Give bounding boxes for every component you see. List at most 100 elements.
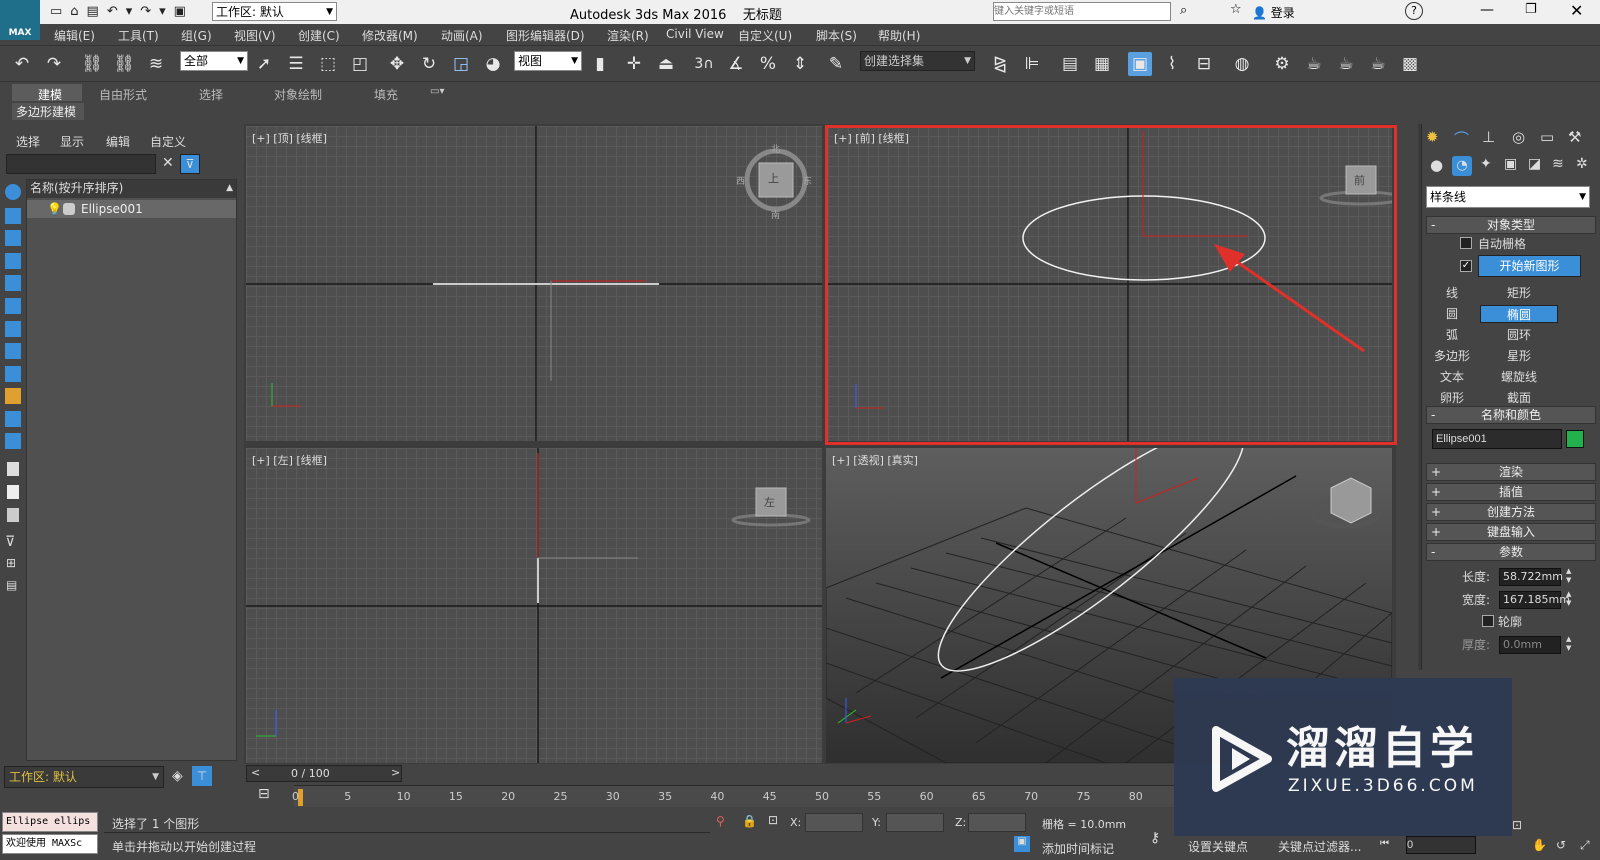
helpers-icon[interactable]: ◪ bbox=[1528, 156, 1541, 172]
shape-button-arc[interactable]: 弧 bbox=[1426, 326, 1478, 344]
redo-icon[interactable]: ↷ bbox=[42, 52, 66, 76]
maxscript-listener[interactable]: Ellipse ellips bbox=[2, 812, 98, 832]
pin-icon[interactable]: ⚲ bbox=[716, 814, 725, 828]
hierarchy-toggle-icon[interactable]: ⊤ bbox=[192, 766, 212, 786]
menu-scripting[interactable]: 脚本(S) bbox=[816, 27, 857, 44]
lights-icon[interactable]: ✦ bbox=[1480, 156, 1492, 172]
filter-icon[interactable]: ⊽ bbox=[180, 154, 200, 174]
shape-button-text[interactable]: 文本 bbox=[1426, 368, 1478, 386]
scene-tab-edit[interactable]: 编辑 bbox=[106, 133, 130, 150]
render-icon[interactable]: ☕ bbox=[1334, 52, 1358, 76]
systems-icon[interactable]: ✲ bbox=[1576, 156, 1588, 172]
window-crossing-icon[interactable]: ◰ bbox=[348, 52, 372, 76]
shape-button-line[interactable]: 线 bbox=[1426, 284, 1478, 302]
start-new-shape-button[interactable]: 开始新图形 bbox=[1478, 255, 1581, 277]
ribbon-tab-modeling[interactable]: 建模 bbox=[38, 86, 62, 103]
hierarchy-filter-icon[interactable]: ⊞ bbox=[6, 556, 16, 570]
ribbon-subtab[interactable]: 多边形建模 bbox=[12, 103, 84, 120]
viewport-front[interactable]: [+] [前] [线框] 前 bbox=[826, 126, 1392, 441]
rollout-name-color[interactable]: - 名称和颜色 bbox=[1426, 406, 1596, 424]
modify-tab-icon[interactable]: ⌒ bbox=[1454, 128, 1469, 149]
shape-button-rectangle[interactable]: 矩形 bbox=[1480, 284, 1558, 302]
viewport-top[interactable]: [+] [顶] [线框] 上 北 南 西 东 bbox=[246, 126, 822, 441]
help-icon[interactable]: ? bbox=[1405, 2, 1423, 20]
rotate-icon[interactable]: ↻ bbox=[417, 52, 441, 76]
length-spinner[interactable]: 58.722mm bbox=[1499, 568, 1563, 586]
place-icon[interactable]: ◕ bbox=[481, 52, 505, 76]
menu-views[interactable]: 视图(V) bbox=[234, 27, 276, 44]
mirror-icon[interactable]: ⧎ bbox=[988, 52, 1012, 76]
search-input[interactable] bbox=[993, 2, 1171, 21]
ribbon-options-icon[interactable]: ▭▾ bbox=[430, 86, 444, 97]
ribbon-tab-selection[interactable]: 选择 bbox=[199, 86, 223, 103]
scene-list-header[interactable]: 名称(按升序排序) ▲ bbox=[27, 180, 236, 198]
rollout-rendering[interactable]: + 渲染 bbox=[1426, 463, 1596, 481]
rendered-frame-icon[interactable]: ☕ bbox=[1302, 52, 1326, 76]
create-tab-icon[interactable]: ✹ bbox=[1426, 128, 1439, 146]
spinner-snap-icon[interactable]: ⇕ bbox=[788, 52, 812, 76]
unlink-icon[interactable]: ⛓ bbox=[112, 52, 136, 76]
select-manipulate-icon[interactable]: ✛ bbox=[622, 52, 646, 76]
display-xrefs-icon[interactable] bbox=[5, 343, 21, 359]
maximize-viewport-icon[interactable]: ⤢ bbox=[1580, 838, 1590, 853]
object-color-swatch[interactable] bbox=[1566, 430, 1584, 448]
viewport-left[interactable]: [+] [左] [线框] 左 bbox=[246, 448, 822, 763]
display-all-icon[interactable] bbox=[7, 462, 19, 476]
layer-manager-icon[interactable]: ▤ bbox=[6, 578, 17, 592]
menu-tools[interactable]: 工具(T) bbox=[118, 27, 159, 44]
render-setup-icon[interactable]: ⚙ bbox=[1270, 52, 1294, 76]
display-invert-icon[interactable] bbox=[7, 508, 19, 522]
length-spin-arrows[interactable]: ▲ ▼ bbox=[1566, 567, 1571, 585]
current-frame-input[interactable] bbox=[1406, 836, 1476, 854]
material-editor-icon[interactable]: ◍ bbox=[1230, 52, 1254, 76]
shape-button-egg[interactable]: 卵形 bbox=[1426, 389, 1478, 407]
display-spacewarps-icon[interactable] bbox=[5, 298, 21, 314]
display-bones-icon[interactable] bbox=[5, 366, 21, 382]
angle-snap-icon[interactable]: ∡ bbox=[724, 52, 748, 76]
rollout-creation-method[interactable]: + 创建方法 bbox=[1426, 503, 1596, 521]
scale-icon[interactable]: ◲ bbox=[449, 52, 473, 76]
menu-customize[interactable]: 自定义(U) bbox=[738, 27, 792, 44]
display-tab-icon[interactable]: ▭ bbox=[1540, 128, 1554, 146]
orbit-icon[interactable]: ↺ bbox=[1556, 838, 1566, 852]
display-lights-icon[interactable] bbox=[5, 230, 21, 246]
menu-modifiers[interactable]: 修改器(M) bbox=[362, 27, 418, 44]
link-icon[interactable]: ⛓ bbox=[80, 52, 104, 76]
ref-coord-dropdown[interactable]: 视图 ▼ bbox=[514, 51, 582, 71]
curve-editor-icon[interactable]: ⌇ bbox=[1160, 52, 1184, 76]
add-time-tag[interactable]: 添加时间标记 bbox=[1042, 840, 1114, 857]
shape-button-section[interactable]: 截面 bbox=[1480, 389, 1558, 407]
percent-snap-icon[interactable]: % bbox=[756, 52, 780, 76]
set-key-button[interactable]: 设置关键点 bbox=[1188, 838, 1248, 855]
curve-editor-mini-icon[interactable]: ⊟ bbox=[258, 786, 270, 802]
menu-rendering[interactable]: 渲染(R) bbox=[607, 27, 649, 44]
selection-filter-dropdown[interactable]: 全部 ▼ bbox=[180, 51, 248, 71]
menu-civil-view[interactable]: Civil View bbox=[666, 27, 724, 41]
key-icon[interactable]: ⚷ bbox=[1150, 830, 1160, 846]
outline-checkbox[interactable] bbox=[1482, 615, 1494, 627]
pivot-icon[interactable]: ▮ bbox=[588, 52, 612, 76]
bind-spacewarp-icon[interactable]: ≋ bbox=[144, 52, 168, 76]
render-iterative-icon[interactable]: ▩ bbox=[1398, 52, 1422, 76]
display-hidden-icon[interactable] bbox=[5, 433, 21, 449]
display-frozen-icon[interactable] bbox=[5, 411, 21, 427]
schematic-view-icon[interactable]: ⊟ bbox=[1192, 52, 1216, 76]
time-tag-icon[interactable]: ▣ bbox=[1014, 836, 1030, 852]
shape-button-ellipse[interactable]: 椭圆 bbox=[1480, 305, 1558, 323]
menu-animation[interactable]: 动画(A) bbox=[441, 27, 483, 44]
rollout-object-type[interactable]: - 对象类型 bbox=[1426, 216, 1596, 234]
pan-hand-icon[interactable]: ✋ bbox=[1532, 838, 1547, 852]
x-coord-input[interactable] bbox=[805, 813, 863, 832]
y-coord-input[interactable] bbox=[886, 813, 944, 832]
display-helpers-icon[interactable] bbox=[5, 275, 21, 291]
render-production-icon[interactable]: ☕ bbox=[1366, 52, 1390, 76]
display-geometry-icon[interactable] bbox=[5, 184, 21, 200]
workspace-bar[interactable]: 工作区: 默认 ▼ bbox=[4, 766, 164, 788]
width-spin-arrows[interactable]: ▲ ▼ bbox=[1566, 590, 1571, 608]
utilities-tab-icon[interactable]: ⚒ bbox=[1568, 128, 1581, 146]
app-logo[interactable]: MAX bbox=[0, 0, 40, 40]
persp-viewcube[interactable] bbox=[1330, 477, 1372, 524]
menu-help[interactable]: 帮助(H) bbox=[878, 27, 920, 44]
display-none-icon[interactable] bbox=[7, 485, 19, 499]
time-slider-next[interactable]: > bbox=[391, 766, 400, 779]
